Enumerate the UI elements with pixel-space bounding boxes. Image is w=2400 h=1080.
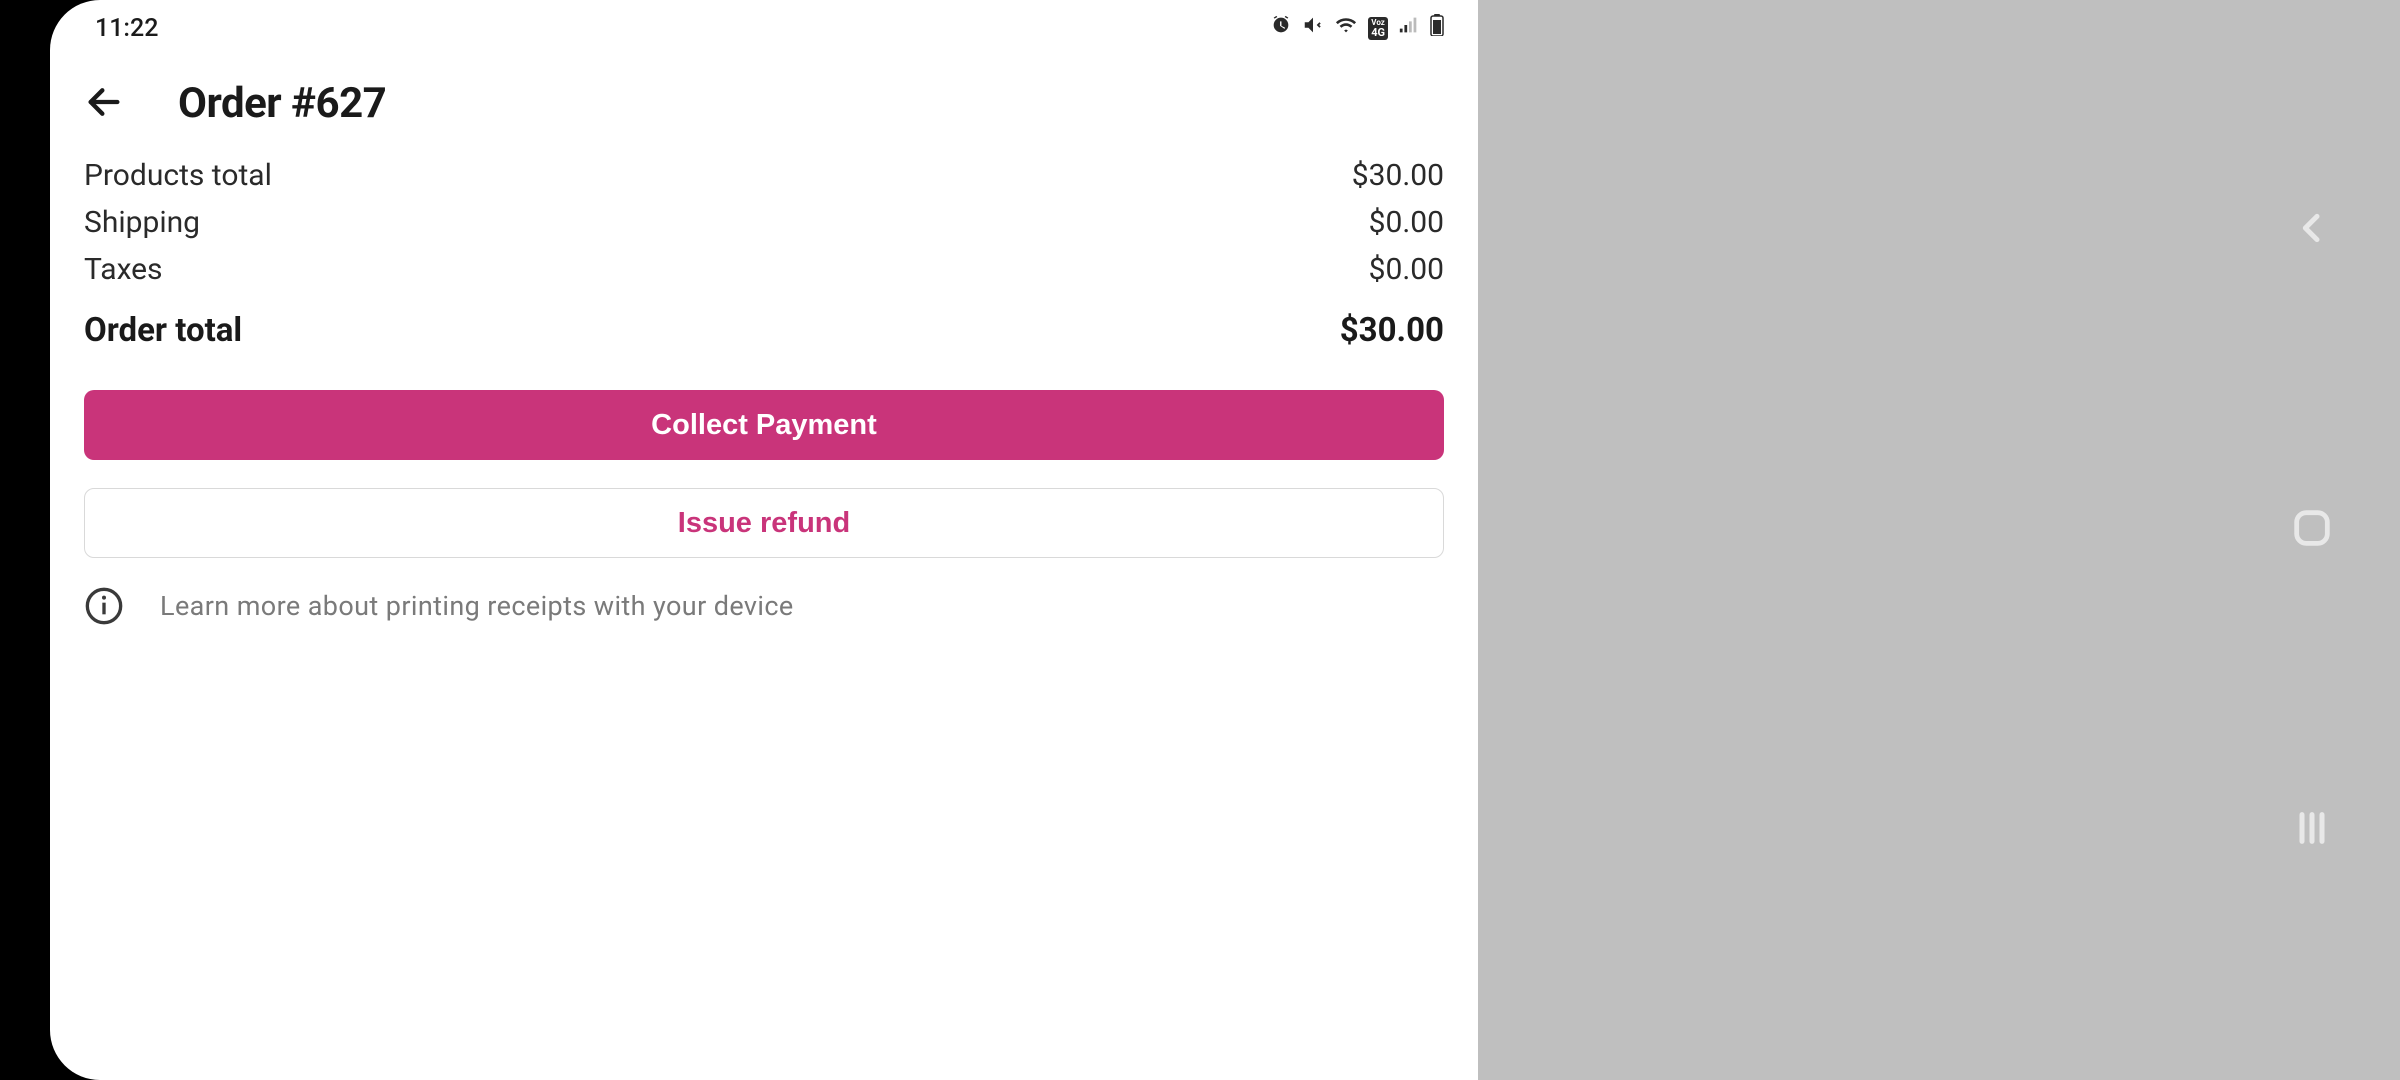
info-text: Learn more about printing receipts with … <box>160 590 794 622</box>
nav-recents-handle[interactable] <box>2284 800 2340 856</box>
network-badge-icon: Voz4G <box>1368 17 1388 40</box>
page-title: Order #627 <box>178 79 386 128</box>
alarm-icon <box>1270 14 1292 43</box>
status-time: 11:22 <box>95 14 158 43</box>
info-row[interactable]: Learn more about printing receipts with … <box>84 586 1444 626</box>
collect-payment-button[interactable]: Collect Payment <box>84 390 1444 460</box>
products-total-row: Products total $30.00 <box>84 158 1444 193</box>
taxes-value: $0.00 <box>1369 252 1444 287</box>
side-nav-panel <box>1478 0 2400 1080</box>
taxes-row: Taxes $0.00 <box>84 252 1444 287</box>
status-indicators: Voz4G <box>1270 14 1444 43</box>
arrow-left-icon <box>84 82 124 126</box>
shipping-label: Shipping <box>84 205 200 240</box>
products-total-value: $30.00 <box>1352 158 1444 193</box>
app-header: Order #627 <box>50 49 1478 158</box>
signal-icon <box>1398 14 1420 43</box>
wifi-icon <box>1334 14 1358 43</box>
battery-icon <box>1430 14 1444 43</box>
nav-home-handle[interactable] <box>2284 500 2340 556</box>
mute-icon <box>1302 14 1324 43</box>
viewport: 11:22 Voz4G <box>0 0 2400 1080</box>
issue-refund-button[interactable]: Issue refund <box>84 488 1444 558</box>
phone-screen: 11:22 Voz4G <box>50 0 1478 1080</box>
order-total-row: Order total $30.00 <box>84 311 1444 350</box>
products-total-label: Products total <box>84 158 272 193</box>
nav-back-handle[interactable] <box>2284 200 2340 256</box>
taxes-label: Taxes <box>84 252 163 287</box>
order-total-value: $30.00 <box>1340 311 1444 350</box>
back-button[interactable] <box>84 82 124 126</box>
phone-frame: 11:22 Voz4G <box>0 0 1478 1080</box>
shipping-value: $0.00 <box>1369 205 1444 240</box>
order-total-label: Order total <box>84 311 242 350</box>
order-summary: Products total $30.00 Shipping $0.00 Tax… <box>50 158 1478 626</box>
info-icon <box>84 586 124 626</box>
status-bar: 11:22 Voz4G <box>50 0 1478 49</box>
shipping-row: Shipping $0.00 <box>84 205 1444 240</box>
